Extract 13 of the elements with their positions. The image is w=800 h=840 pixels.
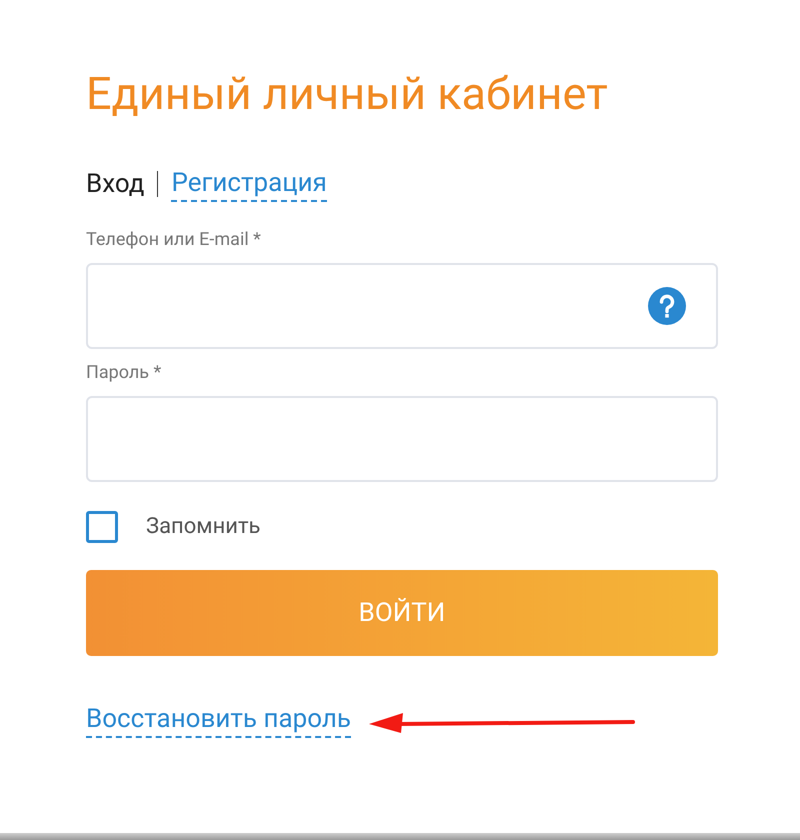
login-button[interactable]: ВОЙТИ [86, 570, 718, 656]
field-label: Телефон или E-mail * [86, 228, 261, 252]
input-field[interactable] [86, 263, 718, 349]
checkbox[interactable] [86, 510, 118, 542]
tab[interactable]: Регистрация [171, 166, 327, 202]
arrow-icon [368, 713, 637, 733]
page-title: Единый личный кабинет [86, 66, 608, 122]
restore-password-link[interactable]: Восстановить пароль [86, 702, 351, 738]
input-field[interactable] [86, 396, 718, 482]
field-label: Пароль * [86, 361, 162, 385]
help-icon[interactable] [648, 287, 686, 325]
checkbox-label: Запомнить [146, 513, 261, 541]
tab[interactable]: Вход [86, 167, 144, 201]
